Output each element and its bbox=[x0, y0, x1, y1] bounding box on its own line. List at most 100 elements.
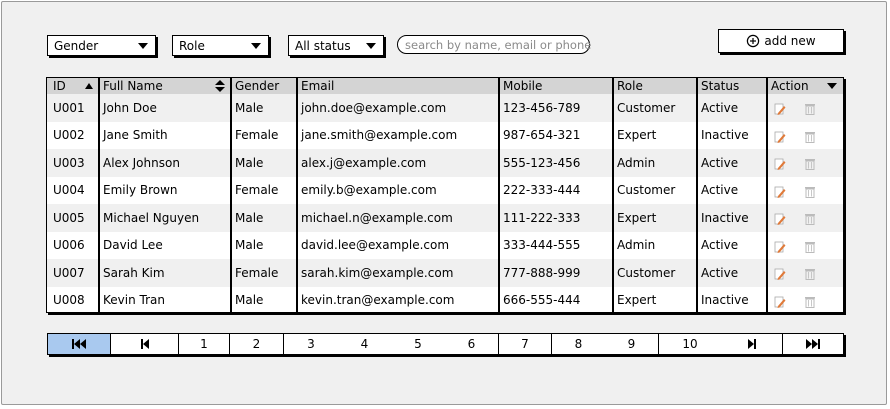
trash-icon[interactable] bbox=[804, 158, 816, 170]
cell-name: Jane Smith bbox=[103, 128, 168, 143]
users-table: ID Full Name Gender Email Mobile Role St… bbox=[46, 77, 844, 313]
trash-icon[interactable] bbox=[804, 131, 816, 143]
first-page-icon bbox=[72, 339, 86, 349]
cell-gender: Male bbox=[235, 210, 264, 225]
sort-asc-icon[interactable] bbox=[85, 83, 93, 89]
table-row: U007 Sarah Kim Female sarah.kim@example.com… bbox=[47, 259, 843, 287]
cell-status: Inactive bbox=[701, 128, 749, 143]
sort-both-icon[interactable] bbox=[215, 80, 225, 92]
page-button-2[interactable]: 2 bbox=[230, 334, 284, 354]
cell-name: Alex Johnson bbox=[103, 155, 180, 170]
page-button-10[interactable]: 10 bbox=[659, 334, 721, 354]
cell-id: U005 bbox=[53, 210, 85, 225]
trash-icon[interactable] bbox=[804, 296, 816, 308]
cell-role: Expert bbox=[617, 128, 657, 143]
edit-icon[interactable] bbox=[774, 241, 786, 253]
header-mobile: Mobile bbox=[503, 79, 543, 93]
cell-role: Customer bbox=[617, 183, 676, 198]
cell-name: Emily Brown bbox=[103, 183, 178, 198]
header-role: Role bbox=[617, 79, 643, 93]
last-page-icon bbox=[806, 339, 820, 349]
cell-id: U008 bbox=[53, 293, 85, 308]
edit-icon[interactable] bbox=[774, 268, 786, 280]
cell-id: U006 bbox=[53, 238, 85, 253]
add-new-label: add new bbox=[764, 34, 816, 48]
page-button-5[interactable]: 5 bbox=[391, 334, 445, 354]
plus-circle-icon bbox=[747, 34, 760, 48]
page-button-8[interactable]: 8 bbox=[552, 334, 605, 354]
last-page-button[interactable] bbox=[783, 334, 843, 354]
cell-status: Active bbox=[701, 183, 739, 198]
cell-id: U001 bbox=[53, 100, 85, 115]
trash-icon[interactable] bbox=[804, 103, 816, 115]
next-page-button[interactable] bbox=[721, 334, 783, 354]
header-gender: Gender bbox=[235, 79, 280, 93]
cell-id: U002 bbox=[53, 128, 85, 143]
pagination: 1 2 3 4 5 6 7 8 9 10 bbox=[47, 333, 844, 355]
cell-email: jane.smith@example.com bbox=[301, 128, 458, 143]
cell-id: U004 bbox=[53, 183, 85, 198]
cell-name: Michael Nguyen bbox=[103, 210, 200, 225]
cell-status: Active bbox=[701, 100, 739, 115]
page-button-4[interactable]: 4 bbox=[338, 334, 391, 354]
cell-role: Admin bbox=[617, 238, 656, 253]
table-row: U006 David Lee Male david.lee@example.com 33… bbox=[47, 232, 843, 260]
edit-icon[interactable] bbox=[774, 158, 786, 170]
edit-icon[interactable] bbox=[774, 296, 786, 308]
prev-page-button[interactable] bbox=[111, 334, 179, 354]
page-button-1[interactable]: 1 bbox=[179, 334, 230, 354]
table-row: U004 Emily Brown Female emily.b@example.com… bbox=[47, 177, 843, 205]
chevron-down-icon bbox=[138, 43, 148, 49]
search-input[interactable]: search by name, email or phone bbox=[397, 35, 591, 54]
edit-icon[interactable] bbox=[774, 186, 786, 198]
cell-gender: Male bbox=[235, 293, 264, 308]
trash-icon[interactable] bbox=[804, 213, 816, 225]
trash-icon[interactable] bbox=[804, 186, 816, 198]
cell-gender: Female bbox=[235, 265, 279, 280]
edit-icon[interactable] bbox=[774, 103, 786, 115]
cell-mobile: 555-123-456 bbox=[503, 155, 581, 170]
header-status: Status bbox=[701, 79, 740, 93]
cell-email: david.lee@example.com bbox=[301, 238, 450, 253]
gender-filter-value: Gender bbox=[54, 38, 99, 53]
edit-icon[interactable] bbox=[774, 213, 786, 225]
role-filter[interactable]: Role bbox=[172, 35, 269, 56]
gender-filter[interactable]: Gender bbox=[47, 35, 156, 56]
chevron-down-icon[interactable] bbox=[827, 83, 837, 89]
cell-status: Active bbox=[701, 155, 739, 170]
status-filter-value: All status bbox=[295, 38, 351, 53]
page-button-3[interactable]: 3 bbox=[284, 334, 338, 354]
cell-gender: Male bbox=[235, 155, 264, 170]
cell-role: Customer bbox=[617, 100, 676, 115]
cell-mobile: 111-222-333 bbox=[503, 210, 581, 225]
header-full-name[interactable]: Full Name bbox=[99, 78, 231, 94]
cell-gender: Female bbox=[235, 128, 279, 143]
cell-email: sarah.kim@example.com bbox=[301, 265, 454, 280]
edit-icon[interactable] bbox=[774, 131, 786, 143]
cell-id: U003 bbox=[53, 155, 85, 170]
table-header: ID Full Name Gender Email Mobile Role St… bbox=[47, 78, 843, 95]
table-row: U003 Alex Johnson Male alex.j@example.com 55… bbox=[47, 149, 843, 177]
cell-status: Active bbox=[701, 265, 739, 280]
cell-mobile: 777-888-999 bbox=[503, 265, 581, 280]
trash-icon[interactable] bbox=[804, 268, 816, 280]
page-button-6[interactable]: 6 bbox=[445, 334, 499, 354]
page-button-7[interactable]: 7 bbox=[499, 334, 552, 354]
status-filter[interactable]: All status bbox=[288, 35, 384, 56]
trash-icon[interactable] bbox=[804, 241, 816, 253]
chevron-down-icon bbox=[251, 43, 261, 49]
cell-status: Inactive bbox=[701, 293, 749, 308]
cell-gender: Male bbox=[235, 100, 264, 115]
cell-email: emily.b@example.com bbox=[301, 183, 437, 198]
page-button-9[interactable]: 9 bbox=[605, 334, 659, 354]
next-page-icon bbox=[747, 339, 756, 349]
table-row: U005 Michael Nguyen Male michael.n@example.… bbox=[47, 204, 843, 232]
add-new-button[interactable]: add new bbox=[718, 29, 844, 53]
table-row: U001 John Doe Male john.doe@example.com 123-… bbox=[47, 94, 843, 122]
cell-email: john.doe@example.com bbox=[301, 100, 447, 115]
cell-gender: Female bbox=[235, 183, 279, 198]
cell-role: Customer bbox=[617, 265, 676, 280]
cell-mobile: 666-555-444 bbox=[503, 293, 581, 308]
first-page-button[interactable] bbox=[48, 334, 111, 354]
cell-name: David Lee bbox=[103, 238, 163, 253]
